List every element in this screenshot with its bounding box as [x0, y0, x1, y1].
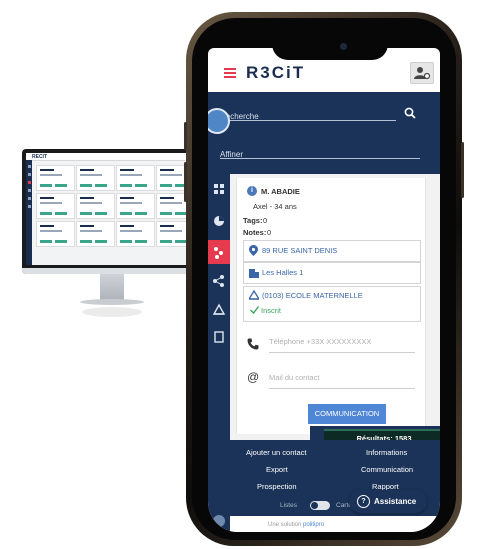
- building-icon: [249, 269, 259, 278]
- school-icon[interactable]: [212, 302, 226, 316]
- notes-label: Notes:: [243, 228, 267, 237]
- tags-count: 0: [263, 216, 268, 225]
- assistance-button[interactable]: ? Assistance: [349, 490, 427, 513]
- footer-brand-link[interactable]: politipro: [303, 522, 324, 528]
- school-text: (0103) ECOLE MATERNELLE: [262, 291, 363, 300]
- email-input-placeholder: Mail du contact: [269, 373, 320, 382]
- menu-prospection[interactable]: Prospection: [257, 482, 297, 491]
- map-pin-icon: [249, 245, 258, 256]
- email-input[interactable]: Mail du contact: [269, 372, 415, 389]
- footer-solution-text: Une solution: [268, 522, 302, 528]
- phone-input-placeholder: Téléphone +33X XXXXXXXXX: [269, 337, 372, 346]
- share-icon[interactable]: [212, 274, 226, 288]
- profile-settings-button[interactable]: [410, 62, 434, 84]
- view-toggle: Listes Cartes: [280, 501, 355, 510]
- phone-notch: [272, 34, 388, 60]
- map-nav-item-active[interactable]: [208, 240, 230, 264]
- pie-chart-icon[interactable]: [212, 214, 226, 228]
- district-field[interactable]: Les Halles 1: [243, 262, 421, 284]
- district-text: Les Halles 1: [262, 268, 304, 277]
- info-icon: i: [247, 186, 257, 196]
- refine-input-label: Affiner: [220, 150, 243, 159]
- contact-panel: i M. ABADIE Axel - 34 ans Tags: 0 Notes:…: [230, 174, 440, 447]
- hamburger-icon[interactable]: [224, 68, 236, 78]
- monitor-screen: RECIT: [26, 153, 198, 265]
- document-icon[interactable]: [212, 330, 226, 344]
- menu-export[interactable]: Export: [266, 465, 288, 474]
- contact-card: i M. ABADIE Axel - 34 ans Tags: 0 Notes:…: [236, 178, 426, 434]
- toggle-label-lists: Listes: [280, 502, 297, 509]
- app-logo: R3CiT: [246, 63, 306, 82]
- assistance-label: Assistance: [374, 497, 417, 506]
- phone-input[interactable]: Téléphone +33X XXXXXXXXX: [269, 336, 415, 353]
- search-panel: Recherche Affiner: [208, 92, 440, 174]
- map-pins-icon: [214, 247, 223, 259]
- notes-count: 0: [267, 228, 272, 237]
- camera-icon: [340, 43, 347, 50]
- refine-input[interactable]: Affiner: [220, 144, 420, 159]
- dashboard-icon[interactable]: [212, 182, 226, 196]
- contact-subtitle: Axel - 34 ans: [253, 202, 297, 211]
- monitor-topbar: RECIT: [26, 153, 198, 161]
- at-icon: @: [247, 370, 260, 384]
- checkmark-icon: [250, 306, 259, 314]
- phone-mockup: R3CiT Recherche Affiner i M. ABADIE Axel…: [184, 12, 464, 546]
- address-field[interactable]: 89 RUE SAINT DENIS: [243, 240, 421, 262]
- menu-add-contact[interactable]: Ajouter un contact: [246, 448, 306, 457]
- monitor-base: [80, 299, 144, 305]
- menu-informations[interactable]: Informations: [366, 448, 407, 457]
- search-icon[interactable]: [404, 107, 416, 119]
- app-footer: Une solution politipro: [230, 516, 440, 532]
- search-input[interactable]: Recherche: [220, 106, 396, 121]
- desktop-monitor-illustration: RECIT: [22, 149, 202, 321]
- help-icon: ?: [357, 495, 370, 509]
- contact-name: M. ABADIE: [261, 187, 300, 196]
- app-screen: R3CiT Recherche Affiner i M. ABADIE Axel…: [208, 48, 440, 532]
- phone-icon: [247, 338, 259, 350]
- monitor-sidebar: [26, 160, 32, 265]
- tags-label: Tags:: [243, 216, 263, 225]
- school-field[interactable]: (0103) ECOLE MATERNELLE Inscrit: [243, 286, 421, 322]
- address-text: 89 RUE SAINT DENIS: [262, 246, 338, 255]
- list-card-toggle[interactable]: [310, 501, 330, 510]
- status-label: Inscrit: [261, 306, 282, 315]
- menu-communication[interactable]: Communication: [361, 465, 413, 474]
- monitor-stand: [100, 274, 124, 300]
- side-nav: [208, 174, 230, 532]
- app-topbar: R3CiT: [208, 58, 440, 92]
- school-icon: [249, 290, 259, 300]
- user-gear-icon: [414, 67, 430, 80]
- monitor-logo: RECIT: [32, 154, 47, 160]
- grid-icon[interactable]: [212, 514, 226, 528]
- communication-button[interactable]: COMMUNICATION: [308, 404, 386, 424]
